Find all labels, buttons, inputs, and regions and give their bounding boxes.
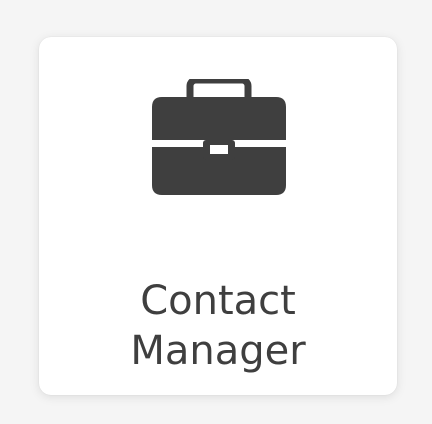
app-label-line2: Manager (130, 328, 306, 374)
contact-manager-tile[interactable]: Contact Manager (39, 37, 397, 395)
app-label: Contact Manager (39, 276, 397, 376)
briefcase-icon (152, 79, 286, 195)
app-label-line1: Contact (140, 278, 296, 324)
